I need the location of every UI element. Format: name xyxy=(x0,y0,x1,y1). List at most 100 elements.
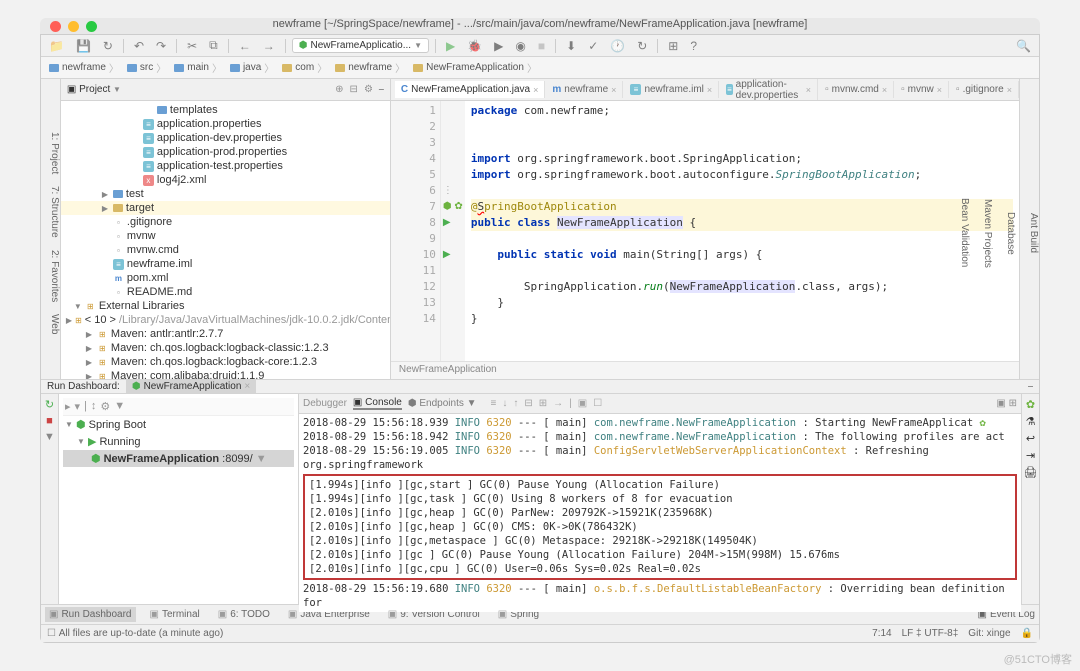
lock-icon[interactable]: 🔒 xyxy=(1021,628,1033,639)
tree-item[interactable]: ≡ newframe.iml xyxy=(61,257,390,271)
tree-item[interactable]: ▶ target xyxy=(61,201,390,215)
project-tree[interactable]: templates≡ application.properties≡ appli… xyxy=(61,101,390,379)
encoding[interactable]: LF ‡ UTF-8‡ xyxy=(902,628,959,639)
breadcrumb-item[interactable]: src 〉 xyxy=(123,60,170,75)
tree-item[interactable]: ▶⊞ Maven: ch.qos.logback:logback-core:1.… xyxy=(61,355,390,369)
code-editor[interactable]: package com.newframe; import org.springf… xyxy=(465,101,1019,361)
tree-item[interactable]: templates xyxy=(61,103,390,117)
run-config-dropdown[interactable]: ⬢ NewFrameApplicatio... ▼ xyxy=(292,38,429,53)
tree-item[interactable]: ▶⊞ Maven: antlr:antlr:2.7.7 xyxy=(61,327,390,341)
forward-button[interactable]: → xyxy=(259,37,279,55)
tree-item[interactable]: ≡ application-test.properties xyxy=(61,159,390,173)
run-side-toolbar: ↻ ■ ▼ xyxy=(41,394,59,612)
tree-item[interactable]: ▫ mvnw.cmd xyxy=(61,243,390,257)
console-output[interactable]: 2018-08-29 15:56:18.939 INFO 6320 --- [ … xyxy=(299,414,1021,612)
gear-icon[interactable]: ⎯ xyxy=(1028,381,1033,392)
save-button[interactable]: 💾 xyxy=(72,37,95,55)
status-message: All files are up-to-date (a minute ago) xyxy=(59,628,224,639)
breadcrumb-item[interactable]: java 〉 xyxy=(226,60,278,75)
stop-run-icon[interactable]: ■ xyxy=(46,415,53,427)
copy-button[interactable]: ⧉ xyxy=(205,36,222,55)
vcs-revert-button[interactable]: ↻ xyxy=(633,37,651,55)
tree-item[interactable]: ≡ application-prod.properties xyxy=(61,145,390,159)
sync-button[interactable]: ↻ xyxy=(99,37,117,55)
redo-button[interactable]: ↷ xyxy=(152,37,170,55)
collapse-icon[interactable]: ▾ xyxy=(75,400,81,413)
expand-all-icon[interactable]: ▸ xyxy=(65,400,71,413)
window-title: newframe [~/SpringSpace/newframe] - .../… xyxy=(40,18,1040,34)
tree-item[interactable]: ▶ test xyxy=(61,187,390,201)
tree-item[interactable]: ▶⊞ Maven: com.alibaba:druid:1.1.9 xyxy=(61,369,390,379)
run-button[interactable]: ▶ xyxy=(442,37,459,55)
right-tool-gutter[interactable]: Ant BuildDatabaseMaven ProjectsBean Vali… xyxy=(1019,79,1039,379)
open-button[interactable]: 📁 xyxy=(45,37,68,55)
tree-item[interactable]: ▼⊞ External Libraries xyxy=(61,299,390,313)
tree-item[interactable]: ▫ mvnw xyxy=(61,229,390,243)
vcs-button[interactable]: ⬇ xyxy=(562,37,580,55)
window-close-button[interactable] xyxy=(50,21,61,32)
gutter-marks[interactable]: ⋮⬢ ✿▶ ▶ xyxy=(441,101,465,361)
line-number-gutter[interactable]: 1234567891011121314 xyxy=(391,101,441,361)
collapse-all-icon[interactable]: ⊟ xyxy=(350,84,358,95)
stop-button[interactable]: ■ xyxy=(534,37,549,55)
tree-item[interactable]: m pom.xml xyxy=(61,271,390,285)
scroll-from-source-icon[interactable]: ⊕ xyxy=(335,84,343,95)
cut-button[interactable]: ✂ xyxy=(183,37,201,55)
breadcrumb-item[interactable]: main 〉 xyxy=(170,60,226,75)
tree-item[interactable]: ▶⊞ Maven: ch.qos.logback:logback-classic… xyxy=(61,341,390,355)
structure-button[interactable]: ⊞ xyxy=(664,37,682,55)
hide-panel-icon[interactable]: ⎯ xyxy=(379,84,384,95)
filter-icon[interactable]: ⚗ xyxy=(1026,415,1036,428)
window-minimize-button[interactable] xyxy=(68,21,79,32)
search-button[interactable]: 🔍 xyxy=(1012,37,1035,55)
bottom-tab[interactable]: ▣ Terminal xyxy=(146,607,204,622)
help-button[interactable]: ? xyxy=(686,37,701,55)
editor-tab[interactable]: ▫ mvnw.cmd × xyxy=(819,81,894,98)
soft-wrap-icon[interactable]: ↩ xyxy=(1026,432,1035,445)
spring-icon[interactable]: ✿ xyxy=(1026,398,1035,411)
bottom-tab[interactable]: ▣ Run Dashboard xyxy=(45,607,136,622)
debug-button[interactable]: 🐞 xyxy=(463,37,486,55)
vcs-history-button[interactable]: 🕐 xyxy=(606,37,629,55)
breadcrumb-item[interactable]: newframe 〉 xyxy=(331,60,409,75)
editor-tab[interactable]: ▫ mvnw × xyxy=(895,81,949,98)
undo-button[interactable]: ↶ xyxy=(130,37,148,55)
scroll-end-icon[interactable]: ⇥ xyxy=(1026,449,1035,462)
tree-item[interactable]: x log4j2.xml xyxy=(61,173,390,187)
breadcrumb-item[interactable]: newframe 〉 xyxy=(45,60,123,75)
profile-button[interactable]: ◉ xyxy=(511,37,529,55)
project-view-dropdown[interactable]: ▣ Project ▼ xyxy=(67,84,121,95)
git-branch[interactable]: Git: xinge xyxy=(968,628,1010,639)
tree-item[interactable]: ▫ .gitignore xyxy=(61,215,390,229)
print-icon[interactable]: 🖨 xyxy=(1024,466,1038,479)
console-side-toolbar: ✿ ⚗ ↩ ⇥ 🖨 xyxy=(1021,394,1039,612)
run-dashboard-tree[interactable]: ▸ ▾ |↕⚙▼ ▼⬢ Spring Boot ▼▶ Running ⬢ New… xyxy=(59,394,299,612)
bottom-tab[interactable]: ▣ 6: TODO xyxy=(214,607,274,622)
debugger-tab[interactable]: Debugger xyxy=(303,398,347,409)
back-button[interactable]: ← xyxy=(235,37,255,55)
breadcrumb-item[interactable]: NewFrameApplication 〉 xyxy=(409,60,541,75)
vcs-commit-button[interactable]: ✓ xyxy=(584,37,602,55)
coverage-button[interactable]: ▶ xyxy=(490,37,507,55)
tree-item[interactable]: ▶⊞ < 10 > /Library/Java/JavaVirtualMachi… xyxy=(61,313,390,327)
tree-item[interactable]: ≡ application-dev.properties xyxy=(61,131,390,145)
watermark: @51CTO博客 xyxy=(1004,651,1072,667)
editor-tab[interactable]: ≡ newframe.iml × xyxy=(624,81,719,98)
status-bar: ☐ All files are up-to-date (a minute ago… xyxy=(41,624,1039,642)
console-tab[interactable]: ▣ Console xyxy=(353,397,402,410)
tree-item[interactable]: ≡ application.properties xyxy=(61,117,390,131)
window-maximize-button[interactable] xyxy=(86,21,97,32)
editor-tab[interactable]: m newframe × xyxy=(546,81,623,98)
tree-item[interactable]: ▫ README.md xyxy=(61,285,390,299)
editor-breadcrumb[interactable]: NewFrameApplication xyxy=(391,361,1019,379)
rerun-icon[interactable]: ↻ xyxy=(45,398,54,411)
breadcrumb-item[interactable]: com 〉 xyxy=(278,60,331,75)
left-tool-gutter[interactable]: 1: Project7: Structure2: FavoritesWeb xyxy=(41,79,61,379)
editor-tab[interactable]: ≡ application-dev.properties × xyxy=(720,79,818,101)
editor-tab[interactable]: C NewFrameApplication.java × xyxy=(395,81,545,98)
endpoints-tab[interactable]: ⬢ Endpoints ▼ xyxy=(408,398,477,409)
down-icon[interactable]: ▼ xyxy=(44,431,55,443)
gear-icon[interactable]: ⚙ xyxy=(364,84,373,95)
run-tab[interactable]: ⬢NewFrameApplication × xyxy=(126,380,256,393)
cursor-position[interactable]: 7:14 xyxy=(872,628,891,639)
